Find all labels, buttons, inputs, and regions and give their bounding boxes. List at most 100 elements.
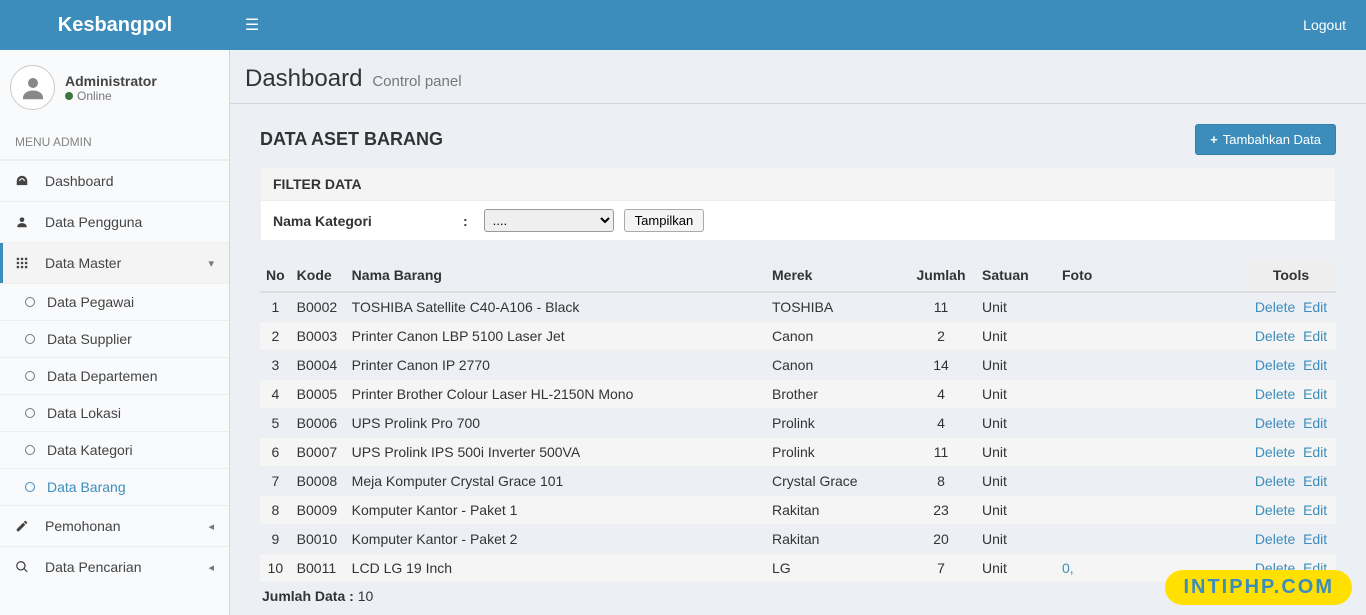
cell-nama: TOSHIBA Satellite C40-A106 - Black	[346, 292, 766, 322]
sidebar-sub-supplier[interactable]: Data Supplier	[0, 321, 229, 357]
sidebar-item-label: Data Kategori	[47, 442, 133, 458]
cell-satuan: Unit	[976, 438, 1056, 467]
edit-link[interactable]: Edit	[1303, 328, 1327, 344]
nav-toggle-button[interactable]: ☰	[230, 15, 274, 35]
delete-link[interactable]: Delete	[1255, 386, 1295, 402]
circle-icon	[25, 371, 35, 381]
sidebar-item-label: Pemohonan	[45, 518, 121, 534]
watermark: INTIPHP.COM	[1165, 570, 1352, 605]
cell-kode: B0006	[291, 409, 346, 438]
cell-tools: Delete Edit	[1246, 409, 1336, 438]
brand-logo[interactable]: Kesbangpol	[0, 0, 230, 50]
col-foto: Foto	[1056, 259, 1246, 292]
cell-nama: Meja Komputer Crystal Grace 101	[346, 467, 766, 496]
delete-link[interactable]: Delete	[1255, 357, 1295, 373]
cell-kode: B0004	[291, 351, 346, 380]
plus-icon: +	[1210, 132, 1218, 147]
content-wrapper: Dashboard Control panel DATA ASET BARANG…	[230, 50, 1366, 615]
sidebar-item-label: Data Pegawai	[47, 294, 134, 310]
cell-no: 1	[260, 292, 291, 322]
edit-link[interactable]: Edit	[1303, 444, 1327, 460]
hamburger-icon: ☰	[245, 17, 259, 34]
cell-satuan: Unit	[976, 496, 1056, 525]
cell-tools: Delete Edit	[1246, 438, 1336, 467]
cell-kode: B0008	[291, 467, 346, 496]
cell-no: 9	[260, 525, 291, 554]
cell-foto	[1056, 409, 1246, 438]
kategori-select[interactable]: ....	[484, 209, 614, 232]
col-nama: Nama Barang	[346, 259, 766, 292]
add-data-button[interactable]: + Tambahkan Data	[1195, 124, 1336, 155]
aset-table: No Kode Nama Barang Merek Jumlah Satuan …	[260, 259, 1336, 582]
delete-link[interactable]: Delete	[1255, 415, 1295, 431]
cell-no: 3	[260, 351, 291, 380]
cell-tools: Delete Edit	[1246, 496, 1336, 525]
delete-link[interactable]: Delete	[1255, 299, 1295, 315]
sidebar: Administrator Online MENU ADMIN Dashboar…	[0, 50, 230, 615]
add-button-label: Tambahkan Data	[1223, 132, 1321, 147]
cell-tools: Delete Edit	[1246, 322, 1336, 351]
cell-jumlah: 11	[906, 292, 976, 322]
table-row: 6B0007UPS Prolink IPS 500i Inverter 500V…	[260, 438, 1336, 467]
sidebar-sub-departemen[interactable]: Data Departemen	[0, 358, 229, 394]
delete-link[interactable]: Delete	[1255, 473, 1295, 489]
user-status: Online	[65, 89, 157, 103]
cell-jumlah: 4	[906, 409, 976, 438]
sidebar-item-pemohonan[interactable]: Pemohonan ◂	[0, 506, 229, 546]
cell-merek: Rakitan	[766, 496, 906, 525]
sidebar-item-label: Data Pencarian	[45, 559, 142, 575]
tampilkan-button[interactable]: Tampilkan	[624, 209, 705, 232]
sidebar-item-label: Data Pengguna	[45, 214, 142, 230]
sidebar-item-data-pengguna[interactable]: Data Pengguna	[0, 202, 229, 242]
cell-no: 5	[260, 409, 291, 438]
filter-title: FILTER DATA	[261, 168, 1335, 201]
sidebar-item-label: Data Master	[45, 255, 121, 271]
cell-satuan: Unit	[976, 409, 1056, 438]
sidebar-item-dashboard[interactable]: Dashboard	[0, 161, 229, 201]
cell-no: 6	[260, 438, 291, 467]
sidebar-item-pencarian[interactable]: Data Pencarian ◂	[0, 547, 229, 587]
delete-link[interactable]: Delete	[1255, 531, 1295, 547]
cell-nama: Komputer Kantor - Paket 1	[346, 496, 766, 525]
col-satuan: Satuan	[976, 259, 1056, 292]
cell-jumlah: 8	[906, 467, 976, 496]
user-panel: Administrator Online	[0, 50, 229, 125]
edit-link[interactable]: Edit	[1303, 531, 1327, 547]
cell-merek: Crystal Grace	[766, 467, 906, 496]
foto-link[interactable]: 0,	[1062, 560, 1074, 576]
delete-link[interactable]: Delete	[1255, 502, 1295, 518]
sidebar-sub-pegawai[interactable]: Data Pegawai	[0, 284, 229, 320]
logout-link[interactable]: Logout	[1303, 17, 1366, 33]
cell-foto	[1056, 380, 1246, 409]
edit-link[interactable]: Edit	[1303, 473, 1327, 489]
cell-foto	[1056, 322, 1246, 351]
cell-no: 4	[260, 380, 291, 409]
sidebar-item-data-master[interactable]: Data Master ▾	[0, 243, 229, 283]
col-tools: Tools	[1246, 259, 1336, 292]
table-row: 2B0003Printer Canon LBP 5100 Laser JetCa…	[260, 322, 1336, 351]
cell-kode: B0009	[291, 496, 346, 525]
edit-link[interactable]: Edit	[1303, 357, 1327, 373]
cell-nama: UPS Prolink IPS 500i Inverter 500VA	[346, 438, 766, 467]
edit-link[interactable]: Edit	[1303, 299, 1327, 315]
edit-link[interactable]: Edit	[1303, 415, 1327, 431]
online-dot-icon	[65, 92, 73, 100]
sidebar-item-label: Data Departemen	[47, 368, 158, 384]
cell-merek: Brother	[766, 380, 906, 409]
cell-no: 8	[260, 496, 291, 525]
edit-link[interactable]: Edit	[1303, 502, 1327, 518]
sidebar-sub-barang[interactable]: Data Barang	[0, 469, 229, 505]
edit-link[interactable]: Edit	[1303, 386, 1327, 402]
chevron-left-icon: ◂	[208, 520, 214, 533]
cell-nama: Printer Canon IP 2770	[346, 351, 766, 380]
sidebar-sub-kategori[interactable]: Data Kategori	[0, 432, 229, 468]
delete-link[interactable]: Delete	[1255, 444, 1295, 460]
delete-link[interactable]: Delete	[1255, 328, 1295, 344]
cell-kode: B0002	[291, 292, 346, 322]
cell-tools: Delete Edit	[1246, 467, 1336, 496]
cell-merek: Rakitan	[766, 525, 906, 554]
cell-nama: Printer Canon LBP 5100 Laser Jet	[346, 322, 766, 351]
cell-nama: Printer Brother Colour Laser HL-2150N Mo…	[346, 380, 766, 409]
col-no: No	[260, 259, 291, 292]
sidebar-sub-lokasi[interactable]: Data Lokasi	[0, 395, 229, 431]
